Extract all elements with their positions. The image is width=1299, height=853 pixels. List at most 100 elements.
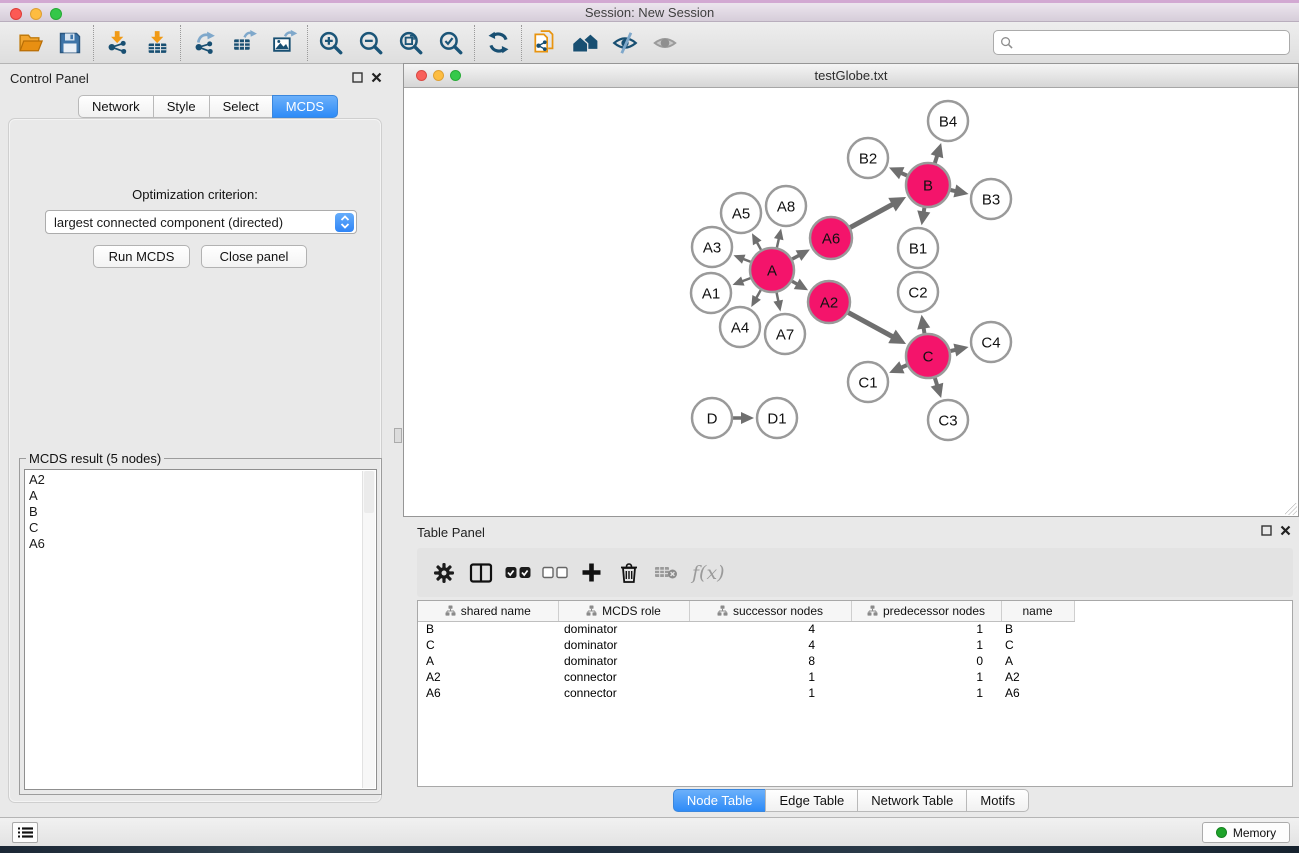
graph-edge-A6-B[interactable] [850,197,906,227]
delete-row-button[interactable] [610,554,647,592]
table-cell[interactable]: C [1001,637,1074,653]
network-file-button[interactable] [525,25,565,61]
table-cell[interactable]: B [418,621,558,637]
graph-edge-A-A7[interactable] [773,293,783,312]
graph-node-C4[interactable]: C4 [971,322,1011,362]
graph-node-C1[interactable]: C1 [848,362,888,402]
table-cell[interactable]: 4 [689,637,851,653]
import-network-button[interactable] [97,25,137,61]
float-panel-icon[interactable] [352,72,363,83]
graph-node-A2[interactable]: A2 [808,281,850,323]
graph-edge-A-A5[interactable] [752,233,762,250]
table-cell[interactable]: B [1001,621,1074,637]
add-row-button[interactable] [573,554,610,592]
column-header-successor-nodes[interactable]: successor nodes [689,601,851,621]
table-cell[interactable]: 0 [851,653,1001,669]
delete-table-button[interactable] [647,554,684,592]
task-history-button[interactable] [12,822,38,843]
table-cell[interactable]: 8 [689,653,851,669]
search-input[interactable] [1013,34,1283,51]
refresh-button[interactable] [478,25,518,61]
graph-edge-A-A2[interactable] [792,279,808,291]
table-cell[interactable]: A2 [418,669,558,685]
mcds-result-item[interactable]: A [29,488,376,504]
table-row[interactable]: Cdominator41C [418,637,1074,653]
graph-edge-B-B2[interactable] [889,167,907,179]
table-cell[interactable]: 1 [851,669,1001,685]
graph-node-D[interactable]: D [692,398,732,438]
network-window-titlebar[interactable]: testGlobe.txt [404,64,1298,88]
graph-node-D1[interactable]: D1 [757,398,797,438]
graph-edge-C-C1[interactable] [889,361,907,373]
close-table-panel-icon[interactable] [1280,525,1291,536]
import-table-button[interactable] [137,25,177,61]
split-pane-button[interactable] [462,554,499,592]
home-button[interactable] [565,25,605,61]
graph-edge-A-A4[interactable] [751,290,761,307]
graph-node-A4[interactable]: A4 [720,307,760,347]
export-table-button[interactable] [224,25,264,61]
mcds-result-item[interactable]: A2 [29,472,376,488]
table-cell[interactable]: dominator [558,637,689,653]
table-cell[interactable]: A6 [1001,685,1074,701]
fit-content-button[interactable] [391,25,431,61]
tab-style[interactable]: Style [153,95,210,118]
mcds-result-item[interactable]: C [29,520,376,536]
tab-network[interactable]: Network [78,95,154,118]
graph-node-A3[interactable]: A3 [692,227,732,267]
graph-node-B[interactable]: B [906,163,950,207]
run-mcds-button[interactable]: Run MCDS [93,245,190,268]
close-panel-button[interactable]: Close panel [201,245,307,268]
zoom-in-button[interactable] [311,25,351,61]
zoom-out-button[interactable] [351,25,391,61]
mcds-result-item[interactable]: B [29,504,376,520]
vertical-splitter-handle[interactable] [394,428,402,443]
open-session-button[interactable] [10,25,50,61]
table-cell[interactable]: A2 [1001,669,1074,685]
column-header-mcds-role[interactable]: MCDS role [558,601,689,621]
graph-edge-A2-C[interactable] [848,313,906,344]
table-tab-network-table[interactable]: Network Table [857,789,967,812]
graph-edge-A-A1[interactable] [733,276,751,285]
resize-corner-handle[interactable] [1285,503,1297,515]
save-session-button[interactable] [50,25,90,61]
function-builder-button[interactable]: f(x) [692,562,725,584]
graph-edge-A-A6[interactable] [792,249,810,260]
tab-select[interactable]: Select [209,95,273,118]
graph-node-A[interactable]: A [750,248,794,292]
column-header-shared-name[interactable]: shared name [418,601,558,621]
criterion-select[interactable]: largest connected component (directed) [45,210,357,234]
graph-node-C2[interactable]: C2 [898,272,938,312]
graph-edge-A-A3[interactable] [733,255,750,264]
table-cell[interactable]: dominator [558,621,689,637]
table-tab-node-table[interactable]: Node Table [673,789,767,812]
table-cell[interactable]: connector [558,669,689,685]
graph-edge-C-C3[interactable] [931,378,944,398]
table-row[interactable]: A2connector11A2 [418,669,1074,685]
graph-edge-B-B3[interactable] [950,185,968,198]
table-cell[interactable]: A6 [418,685,558,701]
table-cell[interactable]: A [418,653,558,669]
mcds-result-item[interactable]: A6 [29,536,376,552]
table-cell[interactable]: A [1001,653,1074,669]
memory-button[interactable]: Memory [1202,822,1290,843]
table-tab-motifs[interactable]: Motifs [966,789,1029,812]
table-cell[interactable]: 1 [851,621,1001,637]
table-cell[interactable]: 1 [851,637,1001,653]
float-table-panel-icon[interactable] [1261,525,1272,536]
show-panels-button[interactable] [645,25,685,61]
graph-node-B3[interactable]: B3 [971,179,1011,219]
result-scrollbar[interactable] [362,471,375,788]
table-cell[interactable]: 4 [689,621,851,637]
search-field[interactable] [993,30,1290,55]
graph-edge-D-D1[interactable] [733,412,754,424]
graph-node-B1[interactable]: B1 [898,228,938,268]
mcds-result-list[interactable]: A2ABCA6 [24,469,377,790]
table-cell[interactable]: dominator [558,653,689,669]
graph-node-A6[interactable]: A6 [810,217,852,259]
deselect-all-columns-button[interactable] [536,554,573,592]
hide-panels-button[interactable] [605,25,645,61]
table-cell[interactable]: 1 [689,669,851,685]
graph-edge-A-A8[interactable] [774,228,784,247]
graph-node-A1[interactable]: A1 [691,273,731,313]
